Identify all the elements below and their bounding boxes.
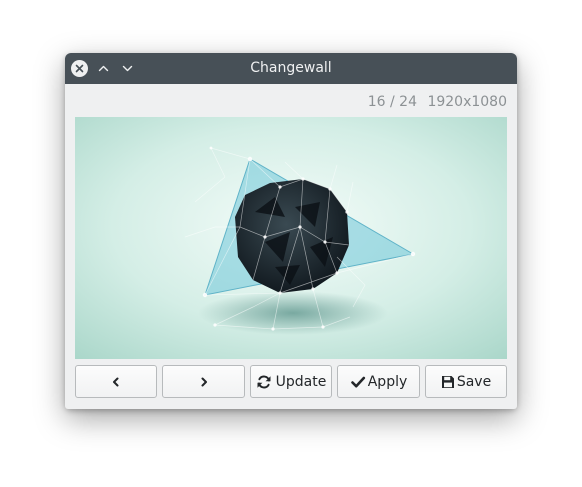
next-button[interactable] [162, 365, 245, 398]
update-label: Update [275, 373, 327, 390]
save-button[interactable]: Save [425, 365, 507, 398]
app-window: Changewall 16 / 24 1920x1080 Update Appl… [65, 53, 517, 409]
checkmark-icon [350, 374, 366, 390]
wallpaper-resolution: 1920x1080 [427, 94, 507, 110]
previous-button[interactable] [75, 365, 157, 398]
update-button[interactable]: Update [250, 365, 332, 398]
refresh-icon [256, 374, 272, 390]
chevron-right-icon [201, 377, 207, 386]
window-title: Changewall [250, 60, 332, 76]
chevron-left-icon [113, 377, 119, 386]
save-label: Save [456, 373, 492, 390]
wallpaper-image [75, 117, 507, 359]
apply-button[interactable]: Apply [337, 365, 420, 398]
titlebar[interactable]: Changewall [65, 53, 517, 84]
wallpaper-info: 16 / 24 1920x1080 [368, 94, 507, 110]
wallpaper-index: 16 / 24 [367, 94, 417, 110]
floppy-disk-icon [441, 375, 455, 389]
wallpaper-preview [75, 117, 507, 359]
button-row: Update Apply Save [75, 365, 507, 400]
apply-label: Apply [367, 373, 408, 390]
